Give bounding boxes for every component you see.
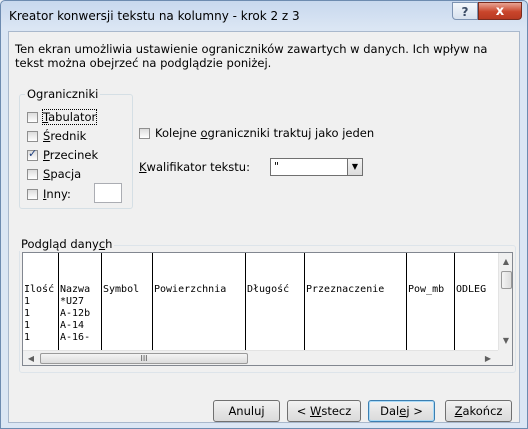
- qualifier-value: ": [274, 160, 280, 173]
- tab-checkbox[interactable]: [27, 111, 38, 123]
- preview-cell: 1: [24, 320, 31, 331]
- preview-column[interactable]: Nazwa *U27 A-12b A-14 A-16-: [58, 253, 101, 350]
- description-text: Ten ekran umożliwia ustawienie ograniczn…: [15, 42, 488, 70]
- preview-header-cell: Ilość: [24, 284, 55, 295]
- preview-column[interactable]: Pow_mb: [406, 253, 454, 350]
- consecutive-label: Kolejne ograniczniki traktuj jako jeden: [155, 126, 375, 140]
- tab-label: Tabulator: [41, 109, 98, 125]
- vertical-scroll-thumb[interactable]: [501, 271, 512, 289]
- comma-label: Przecinek: [43, 148, 99, 162]
- horizontal-scroll-thumb[interactable]: III: [40, 353, 248, 364]
- preview-header-cell: Pow_mb: [408, 284, 445, 295]
- other-checkbox-row[interactable]: Inny:: [27, 186, 71, 202]
- space-label: Spacja: [43, 167, 82, 181]
- qualifier-label: Kwalifikator tekstu:: [139, 160, 250, 174]
- semicolon-label: Średnik: [43, 129, 87, 143]
- delimiters-group: Ograniczniki Tabulator Średnik Przecinek…: [19, 87, 133, 209]
- close-button[interactable]: x: [478, 2, 522, 20]
- preview-grid: Ilość 1 1 1 1 Nazwa *U27 A-12b A-14 A-16- Symbol Po…: [23, 253, 493, 350]
- qualifier-combobox[interactable]: " ▼: [270, 158, 363, 176]
- space-checkbox[interactable]: [27, 168, 38, 180]
- preview-column[interactable]: Przeznaczenie: [304, 253, 406, 350]
- semicolon-checkbox-row[interactable]: Średnik: [27, 128, 86, 144]
- scroll-left-icon[interactable]: ◀: [24, 352, 38, 365]
- dialog-body: Ten ekran umożliwia ustawienie ograniczn…: [8, 31, 520, 423]
- preview-column[interactable]: Powierzchnia: [152, 253, 245, 350]
- preview-cell: 1: [24, 308, 31, 319]
- preview-header-cell: Powierzchnia: [154, 284, 227, 295]
- finish-button[interactable]: Zakończ: [445, 400, 512, 422]
- preview-cell: 1: [24, 296, 31, 307]
- chevron-down-icon[interactable]: ▼: [347, 159, 362, 175]
- preview-header-cell: Nazwa: [60, 284, 91, 295]
- scroll-right-icon[interactable]: ▶: [481, 352, 495, 365]
- preview-cell: 1: [24, 332, 31, 343]
- preview-legend: Podgląd danych: [19, 237, 115, 251]
- preview-column[interactable]: ODLEG: [454, 253, 493, 350]
- preview-header-cell: Symbol: [103, 284, 140, 295]
- preview-cell: *U27: [60, 296, 85, 307]
- comma-checkbox[interactable]: [27, 147, 38, 161]
- preview-header-cell: ODLEG: [456, 284, 487, 295]
- horizontal-scrollbar[interactable]: ◀ III ▶: [23, 350, 498, 365]
- delimiters-legend: Ograniczniki: [25, 87, 101, 101]
- window-title: Kreator konwersji tekstu na kolumny - kr…: [9, 9, 300, 23]
- back-button[interactable]: < Wstecz: [287, 400, 361, 422]
- tab-checkbox-row[interactable]: Tabulator: [27, 109, 98, 125]
- other-checkbox[interactable]: [27, 188, 38, 200]
- dialog-window: Kreator konwersji tekstu na kolumny - kr…: [0, 0, 528, 429]
- preview-cell: A-14: [60, 320, 85, 331]
- scrollbar-corner: [498, 350, 512, 365]
- preview-header-cell: Przeznaczenie: [306, 284, 385, 295]
- preview-cell: A-16-: [60, 332, 91, 343]
- other-delimiter-input[interactable]: [94, 183, 122, 203]
- semicolon-checkbox[interactable]: [27, 130, 38, 142]
- scroll-down-icon[interactable]: ▼: [499, 334, 512, 348]
- space-checkbox-row[interactable]: Spacja: [27, 166, 81, 182]
- other-label: Inny:: [43, 187, 71, 201]
- title-bar[interactable]: Kreator konwersji tekstu na kolumny - kr…: [1, 1, 527, 31]
- preview-column[interactable]: Ilość 1 1 1 1: [23, 253, 58, 350]
- cancel-button[interactable]: Anuluj: [213, 400, 280, 422]
- preview-header-cell: Długość: [247, 284, 290, 295]
- preview-column[interactable]: Symbol: [101, 253, 152, 350]
- help-button[interactable]: ?: [452, 2, 478, 20]
- preview-column[interactable]: Długość: [245, 253, 304, 350]
- consecutive-checkbox-row[interactable]: Kolejne ograniczniki traktuj jako jeden: [139, 125, 374, 141]
- vertical-scrollbar[interactable]: ▲ ▼: [498, 253, 512, 350]
- preview-cell: A-12b: [60, 308, 91, 319]
- comma-checkbox-row[interactable]: Przecinek: [27, 147, 98, 163]
- data-preview[interactable]: Ilość 1 1 1 1 Nazwa *U27 A-12b A-14 A-16- Symbol Po…: [22, 252, 513, 366]
- consecutive-checkbox[interactable]: [139, 127, 150, 139]
- scroll-up-icon[interactable]: ▲: [499, 255, 512, 269]
- next-button[interactable]: Dalej >: [368, 400, 435, 422]
